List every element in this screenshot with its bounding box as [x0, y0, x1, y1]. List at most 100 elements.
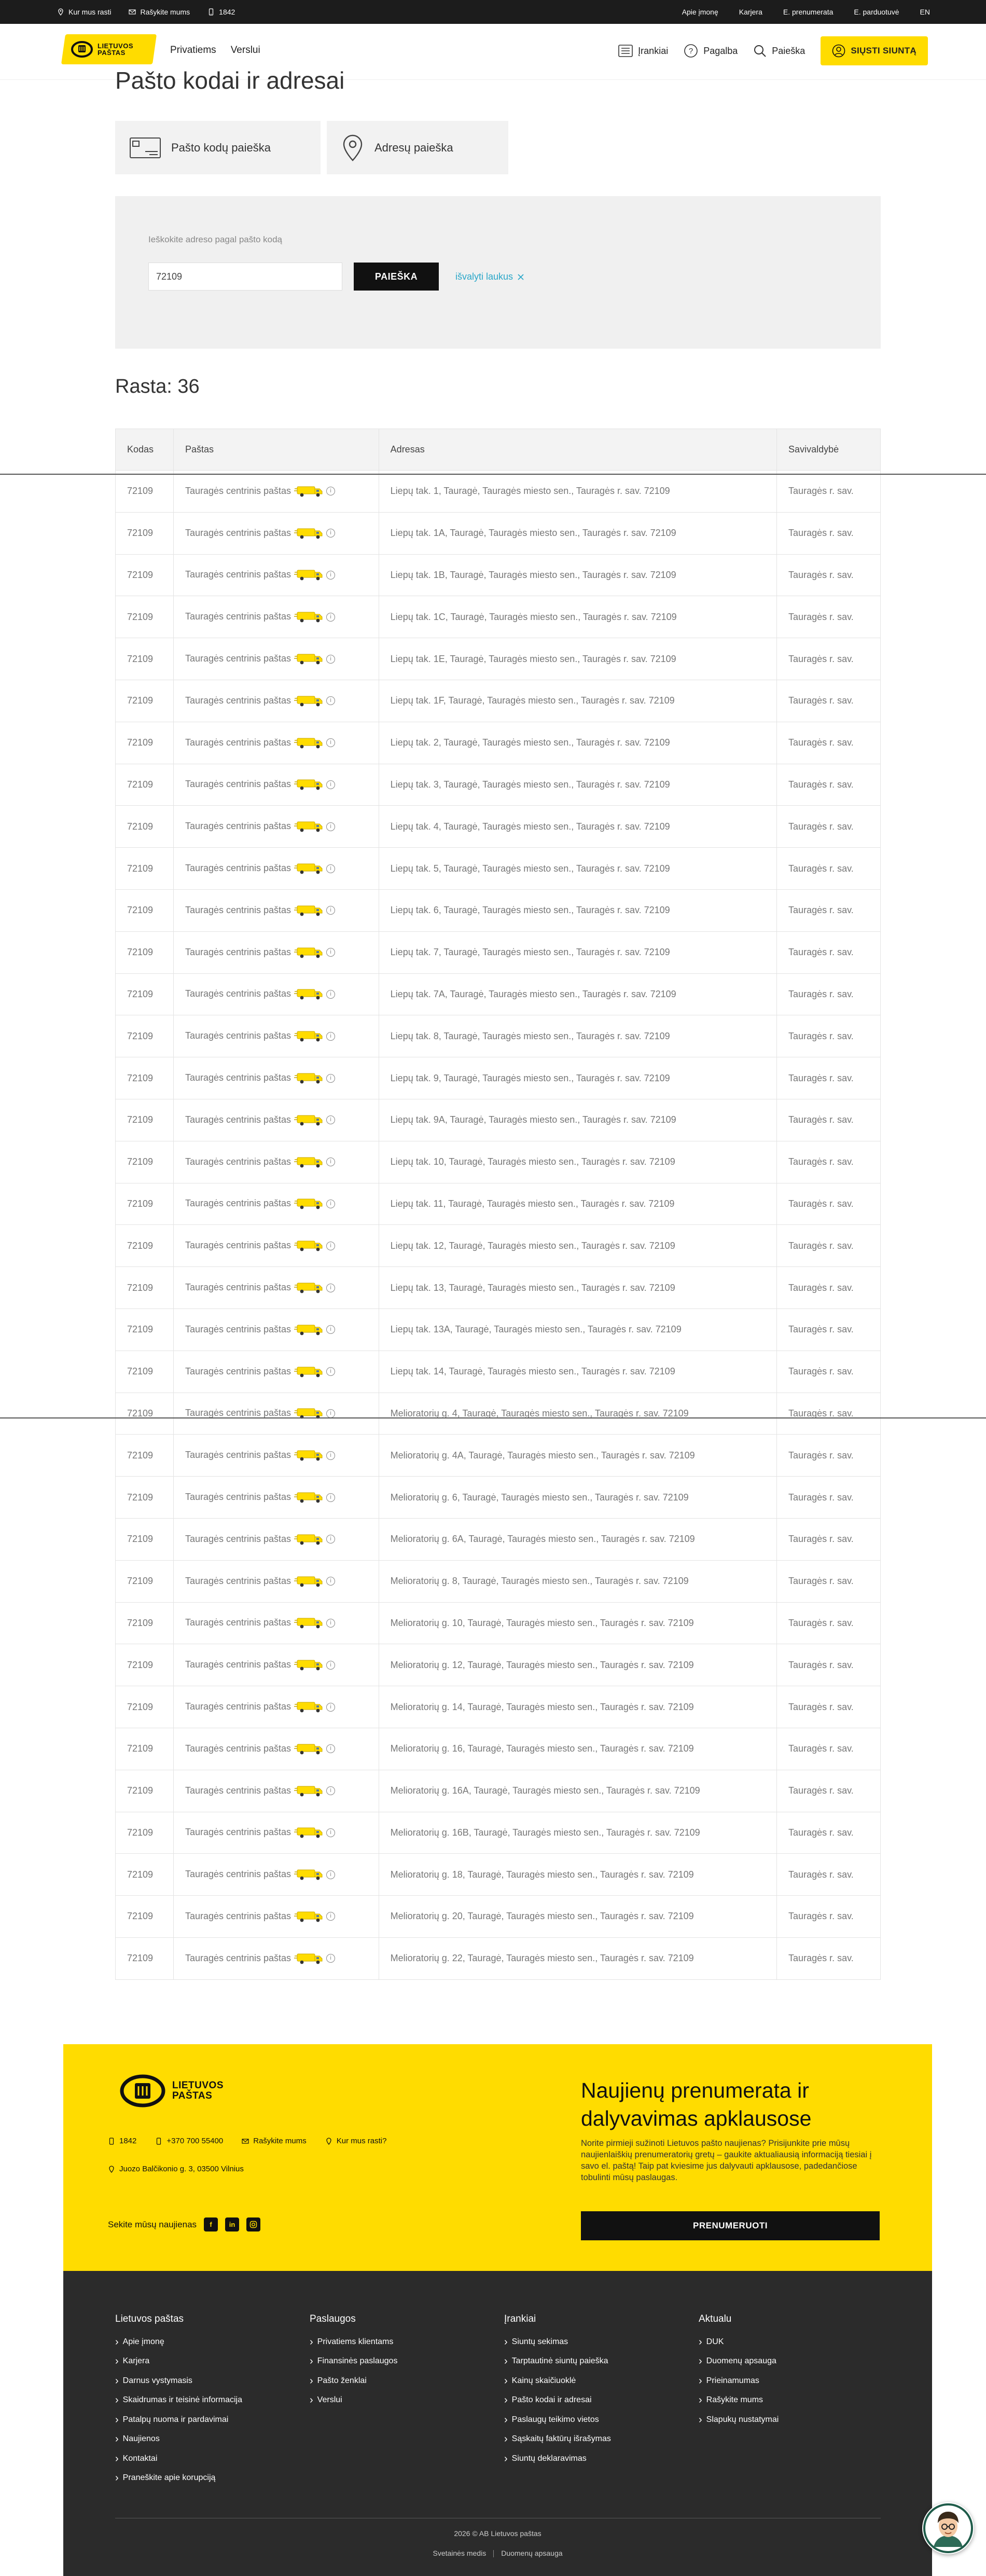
- help-menu[interactable]: ? Pagalba: [684, 44, 738, 58]
- office-link[interactable]: Tauragės centrinis paštas: [185, 779, 291, 789]
- info-icon[interactable]: i: [326, 696, 336, 706]
- info-icon[interactable]: i: [326, 1954, 336, 1963]
- office-link[interactable]: Tauragės centrinis paštas: [185, 527, 291, 538]
- footer-link[interactable]: Apie įmonę: [115, 2332, 242, 2352]
- info-icon[interactable]: i: [326, 780, 336, 789]
- phone-link[interactable]: 1842: [207, 8, 235, 16]
- info-icon[interactable]: i: [326, 906, 336, 915]
- instagram-icon[interactable]: [246, 2217, 261, 2231]
- info-icon[interactable]: i: [326, 822, 336, 831]
- footer-link[interactable]: Darnus vystymasis: [115, 2371, 242, 2391]
- nav-business[interactable]: Verslui: [231, 45, 260, 56]
- info-icon[interactable]: i: [326, 1786, 336, 1796]
- office-link[interactable]: Tauragės centrinis paštas: [185, 1953, 291, 1963]
- footer-link[interactable]: Karjera: [115, 2352, 242, 2372]
- footer-link[interactable]: Slapukų nustatymai: [699, 2410, 779, 2430]
- info-icon[interactable]: i: [326, 1073, 336, 1083]
- facebook-icon[interactable]: f: [204, 2217, 218, 2231]
- data-protection-link[interactable]: Duomenų apsauga: [501, 2549, 562, 2557]
- search-button[interactable]: Paieška: [753, 44, 805, 58]
- office-link[interactable]: Tauragės centrinis paštas: [185, 1534, 291, 1544]
- office-link[interactable]: Tauragės centrinis paštas: [185, 1156, 291, 1166]
- info-icon[interactable]: i: [326, 654, 336, 664]
- linkedin-icon[interactable]: in: [225, 2217, 240, 2231]
- info-icon[interactable]: i: [326, 529, 336, 538]
- office-link[interactable]: Tauragės centrinis paštas: [185, 1785, 291, 1795]
- clear-fields-link[interactable]: išvalyti laukus: [455, 271, 524, 282]
- footer-link[interactable]: Prieinamumas: [699, 2371, 779, 2391]
- footer-link[interactable]: Privatiems klientams: [310, 2332, 397, 2352]
- sitemap-link[interactable]: Svetainės medis: [433, 2549, 486, 2557]
- topbar-link-eshop[interactable]: E. parduotuvė: [854, 8, 899, 16]
- info-icon[interactable]: i: [326, 1702, 336, 1712]
- info-icon[interactable]: i: [326, 948, 336, 957]
- info-icon[interactable]: i: [326, 1367, 336, 1376]
- info-icon[interactable]: i: [326, 1158, 336, 1167]
- info-icon[interactable]: i: [326, 1912, 336, 1921]
- info-icon[interactable]: i: [326, 1283, 336, 1292]
- footer-link[interactable]: Verslui: [310, 2391, 397, 2410]
- office-link[interactable]: Tauragės centrinis paštas: [185, 611, 291, 622]
- office-link[interactable]: Tauragės centrinis paštas: [185, 486, 291, 496]
- office-link[interactable]: Tauragės centrinis paštas: [185, 653, 291, 664]
- footer-link[interactable]: Duomenų apsauga: [699, 2352, 779, 2372]
- office-link[interactable]: Tauragės centrinis paštas: [185, 1701, 291, 1712]
- office-link[interactable]: Tauragės centrinis paštas: [185, 1450, 291, 1460]
- footer-link[interactable]: Sąskaitų faktūrų išrašymas: [504, 2430, 611, 2449]
- office-link[interactable]: Tauragės centrinis paštas: [185, 695, 291, 706]
- office-link[interactable]: Tauragės centrinis paštas: [185, 1324, 291, 1334]
- footer-link[interactable]: Naujienos: [115, 2430, 242, 2449]
- find-us-link[interactable]: Kur mus rasti: [57, 8, 111, 16]
- tools-menu[interactable]: Įrankiai: [618, 45, 668, 57]
- office-link[interactable]: Tauragės centrinis paštas: [185, 1827, 291, 1837]
- footer-write-us[interactable]: Rašykite mums: [242, 2137, 307, 2145]
- postcode-input[interactable]: [148, 263, 342, 291]
- footer-link[interactable]: Skaidrumas ir teisinė informacija: [115, 2391, 242, 2410]
- info-icon[interactable]: i: [326, 1535, 336, 1544]
- office-link[interactable]: Tauragės centrinis paštas: [185, 821, 291, 831]
- footer-link[interactable]: Tarptautinė siuntų paieška: [504, 2352, 611, 2372]
- footer-link[interactable]: Rašykite mums: [699, 2391, 779, 2410]
- info-icon[interactable]: i: [326, 1451, 336, 1460]
- info-icon[interactable]: i: [326, 1409, 336, 1418]
- language-switch[interactable]: EN: [920, 8, 930, 16]
- nav-private[interactable]: Privatiems: [170, 45, 216, 56]
- office-link[interactable]: Tauragės centrinis paštas: [185, 1408, 291, 1418]
- office-link[interactable]: Tauragės centrinis paštas: [185, 1282, 291, 1292]
- info-icon[interactable]: i: [326, 612, 336, 622]
- office-link[interactable]: Tauragės centrinis paštas: [185, 1366, 291, 1376]
- office-link[interactable]: Tauragės centrinis paštas: [185, 863, 291, 873]
- office-link[interactable]: Tauragės centrinis paštas: [185, 1072, 291, 1083]
- footer-find-us[interactable]: Kur mus rasti?: [325, 2137, 386, 2145]
- footer-phone-short[interactable]: 1842: [108, 2137, 136, 2145]
- office-link[interactable]: Tauragės centrinis paštas: [185, 1114, 291, 1125]
- office-link[interactable]: Tauragės centrinis paštas: [185, 1743, 291, 1754]
- office-link[interactable]: Tauragės centrinis paštas: [185, 946, 291, 957]
- postcode-search-button[interactable]: PAIEŠKA: [354, 263, 439, 291]
- footer-link[interactable]: Kainų skaičiuoklė: [504, 2371, 611, 2391]
- footer-phone-long[interactable]: +370 700 55400: [155, 2137, 223, 2145]
- office-link[interactable]: Tauragės centrinis paštas: [185, 569, 291, 580]
- info-icon[interactable]: i: [326, 1115, 336, 1125]
- office-link[interactable]: Tauragės centrinis paštas: [185, 1198, 291, 1208]
- office-link[interactable]: Tauragės centrinis paštas: [185, 905, 291, 915]
- topbar-link-career[interactable]: Karjera: [739, 8, 762, 16]
- info-icon[interactable]: i: [326, 738, 336, 748]
- info-icon[interactable]: i: [326, 570, 336, 580]
- footer-link[interactable]: Siuntų deklaravimas: [504, 2449, 611, 2469]
- info-icon[interactable]: i: [326, 1325, 336, 1334]
- footer-link[interactable]: Pašto kodai ir adresai: [504, 2391, 611, 2410]
- info-icon[interactable]: i: [326, 1493, 336, 1502]
- info-icon[interactable]: i: [326, 1744, 336, 1754]
- write-us-link[interactable]: Rašykite mums: [129, 8, 190, 16]
- office-link[interactable]: Tauragės centrinis paštas: [185, 988, 291, 999]
- chat-assistant-avatar[interactable]: [922, 2502, 974, 2554]
- office-link[interactable]: Tauragės centrinis paštas: [185, 1240, 291, 1250]
- footer-link[interactable]: Kontaktai: [115, 2449, 242, 2469]
- info-icon[interactable]: i: [326, 989, 336, 999]
- office-link[interactable]: Tauragės centrinis paštas: [185, 1575, 291, 1586]
- office-link[interactable]: Tauragės centrinis paštas: [185, 737, 291, 747]
- footer-logo[interactable]: LIETUVOS PAŠTAS: [119, 2074, 224, 2107]
- subscribe-button[interactable]: PRENUMERUOTI: [581, 2211, 880, 2240]
- office-link[interactable]: Tauragės centrinis paštas: [185, 1617, 291, 1628]
